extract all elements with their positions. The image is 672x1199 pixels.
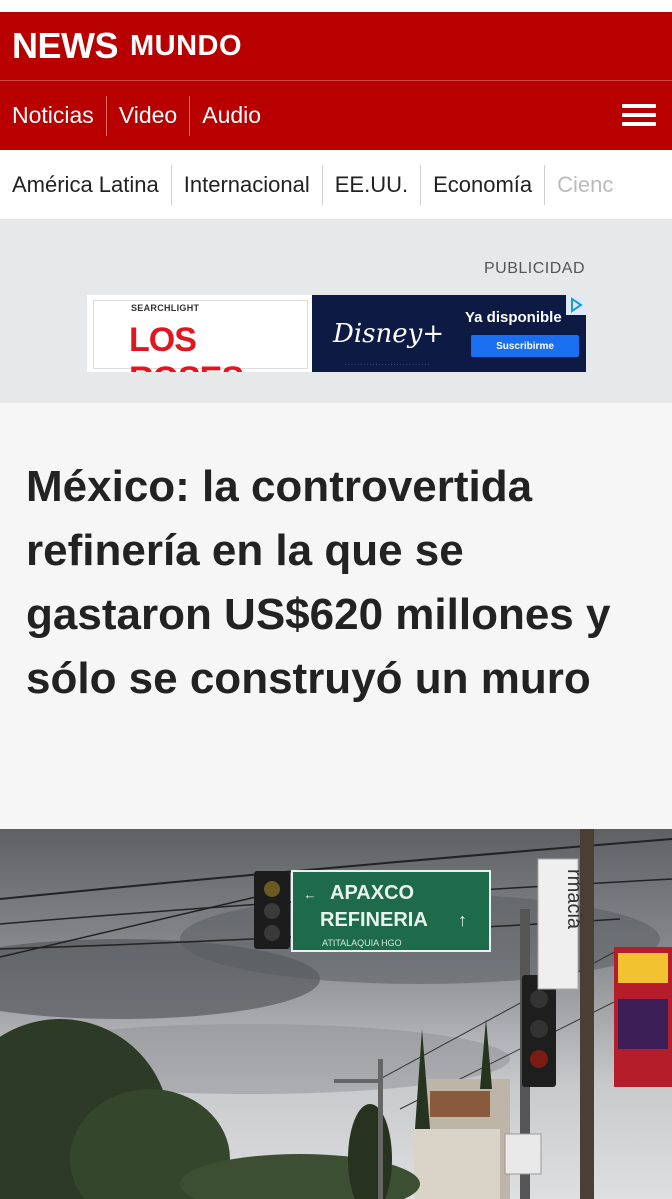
bbc-news-logo[interactable]: NEWS bbox=[12, 25, 119, 67]
ad-subscribe-button[interactable]: Suscribirme bbox=[471, 335, 579, 357]
section-economia[interactable]: Economía bbox=[421, 165, 544, 205]
section-nav: América Latina Internacional EE.UU. Econ… bbox=[0, 150, 672, 220]
section-ciencia[interactable]: Cienc bbox=[545, 165, 625, 205]
brand-header: NEWS MUNDO bbox=[0, 12, 672, 81]
sign-text-apaxco: APAXCO bbox=[330, 882, 414, 904]
sign-text-refineria: REFINERIA bbox=[320, 909, 428, 931]
article-headline: México: la controvertida refinería en la… bbox=[26, 462, 611, 703]
ad-banner[interactable]: SEARCHLIGHT LOS ROSES Disney+ Ya disponi… bbox=[87, 295, 586, 372]
sign-text-atitalaquia: ATITALAQUIA HGO bbox=[322, 938, 402, 948]
ad-label: PUBLICIDAD bbox=[483, 260, 585, 277]
primary-nav: Noticias Video Audio bbox=[0, 81, 672, 150]
svg-text:←: ← bbox=[306, 888, 314, 903]
mundo-wordmark[interactable]: MUNDO bbox=[130, 30, 242, 63]
section-america-latina[interactable]: América Latina bbox=[0, 165, 171, 205]
shop-sign-text: rmacia bbox=[563, 869, 585, 930]
ad-studio-logo: SEARCHLIGHT bbox=[131, 303, 200, 313]
headline-section: México: la controvertida refinería en la… bbox=[0, 403, 672, 830]
article-hero-image: ← APAXCO REFINERIA ↑ ATITALAQUIA HGO rma… bbox=[0, 829, 672, 1199]
nav-noticias[interactable]: Noticias bbox=[0, 96, 106, 136]
hamburger-menu-icon[interactable] bbox=[622, 104, 656, 128]
ad-zone: PUBLICIDAD SEARCHLIGHT LOS ROSES Disney+… bbox=[0, 220, 672, 403]
svg-text:↑: ↑ bbox=[458, 910, 467, 930]
nav-video[interactable]: Video bbox=[107, 96, 189, 136]
ad-movie-panel: SEARCHLIGHT LOS ROSES bbox=[87, 295, 312, 372]
section-internacional[interactable]: Internacional bbox=[172, 165, 322, 205]
ad-disney-logo: Disney+ bbox=[333, 319, 445, 349]
nav-audio[interactable]: Audio bbox=[190, 96, 273, 136]
adchoices-icon[interactable] bbox=[566, 295, 586, 315]
ad-fine-print: · · · · · · · · · · · · · · · · · · · · … bbox=[345, 362, 430, 368]
ad-movie-title: LOS ROSES bbox=[129, 321, 244, 372]
status-strip bbox=[0, 0, 672, 12]
section-eeuu[interactable]: EE.UU. bbox=[323, 165, 420, 205]
ad-availability: Ya disponible bbox=[465, 309, 562, 326]
